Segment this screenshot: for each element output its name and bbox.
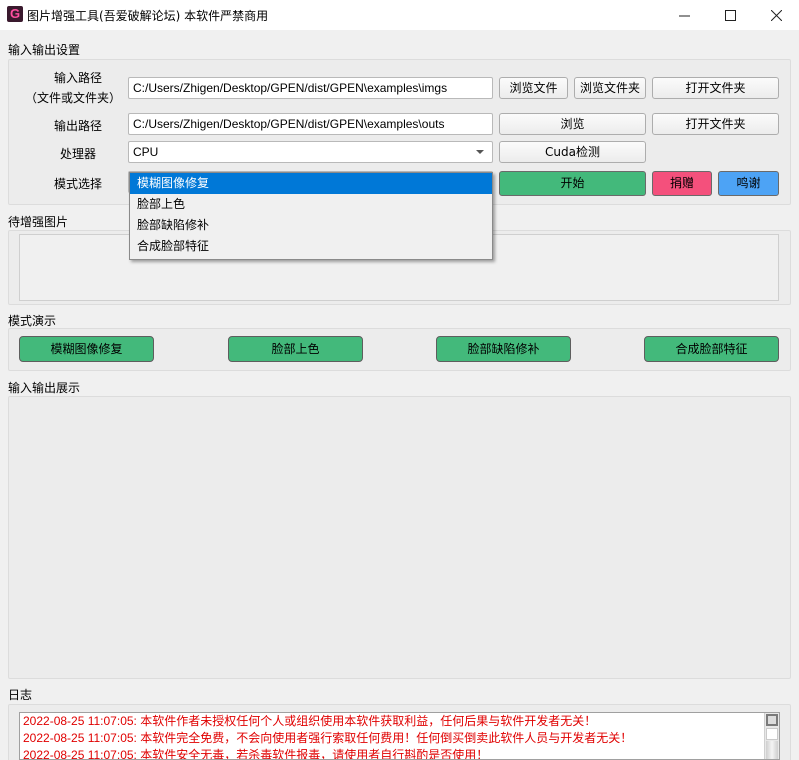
open-input-folder-button[interactable]: 打开文件夹 (652, 77, 779, 99)
io-settings-label: 输入输出设置 (8, 43, 81, 57)
mode-option-blur-restore[interactable]: 模糊图像修复 (130, 173, 492, 194)
browse-output-button[interactable]: 浏览 (499, 113, 646, 135)
mode-option-synthesize[interactable]: 合成脸部特征 (130, 236, 492, 257)
io-display-area (8, 396, 791, 679)
processor-select[interactable]: CPU (128, 141, 493, 163)
demo-synthesize-button[interactable]: 合成脸部特征 (644, 336, 779, 362)
cuda-check-button[interactable]: Cuda检测 (499, 141, 646, 163)
output-path-label: 输出路径 (53, 119, 102, 133)
demo-blur-restore-button[interactable]: 模糊图像修复 (19, 336, 154, 362)
scroll-thumb[interactable] (766, 728, 778, 740)
input-path-field[interactable]: C:/Users/Zhigen/Desktop/GPEN/dist/GPEN\e… (128, 77, 493, 99)
scroll-up-icon[interactable] (766, 714, 778, 726)
mode-dropdown-list: 模糊图像修复 脸部上色 脸部缺陷修补 合成脸部特征 (129, 172, 493, 260)
donate-button[interactable]: 捐赠 (652, 171, 712, 196)
app-logo-icon: G (7, 6, 23, 22)
minimize-button[interactable] (661, 0, 707, 30)
title-bar: G 图片增强工具(吾爱破解论坛) 本软件严禁商用 (0, 0, 799, 30)
open-output-folder-button[interactable]: 打开文件夹 (652, 113, 779, 135)
demo-inpaint-button[interactable]: 脸部缺陷修补 (436, 336, 571, 362)
mode-option-inpaint[interactable]: 脸部缺陷修补 (130, 215, 492, 236)
processor-selected-value: CPU (133, 145, 159, 159)
minimize-icon (678, 15, 690, 16)
input-path-label: 输入路径 (53, 71, 102, 85)
close-icon (770, 9, 782, 21)
start-button[interactable]: 开始 (499, 171, 646, 196)
window-title: 图片增强工具(吾爱破解论坛) 本软件严禁商用 (27, 9, 269, 23)
processor-label: 处理器 (59, 147, 96, 161)
log-textbox[interactable]: 2022-08-25 11:07:05: 本软件作者未授权任何个人或组织使用本软… (19, 712, 780, 760)
thanks-button[interactable]: 鸣谢 (718, 171, 779, 196)
input-path-sublabel: （文件或文件夹） (24, 91, 121, 105)
demo-colorize-button[interactable]: 脸部上色 (228, 336, 363, 362)
mode-demo-label: 模式演示 (8, 314, 57, 328)
maximize-button[interactable] (707, 0, 753, 30)
chevron-down-icon (476, 150, 484, 154)
scroll-track[interactable] (766, 741, 778, 759)
mode-option-colorize[interactable]: 脸部上色 (130, 194, 492, 215)
pending-images-label: 待增强图片 (8, 215, 69, 229)
io-display-label: 输入输出展示 (8, 381, 81, 395)
log-line: 2022-08-25 11:07:05: 本软件完全免费，不会向使用者强行索取任… (23, 731, 633, 745)
log-line: 2022-08-25 11:07:05: 本软件作者未授权任何个人或组织使用本软… (23, 714, 597, 728)
mode-label: 模式选择 (53, 177, 102, 191)
log-label: 日志 (8, 688, 33, 702)
browse-folder-button[interactable]: 浏览文件夹 (574, 77, 646, 99)
output-path-field[interactable]: C:/Users/Zhigen/Desktop/GPEN/dist/GPEN\e… (128, 113, 493, 135)
close-button[interactable] (753, 0, 799, 30)
log-line: 2022-08-25 11:07:05: 本软件安全无毒，若杀毒软件报毒，请使用… (23, 748, 489, 760)
browse-file-button[interactable]: 浏览文件 (499, 77, 568, 99)
log-scrollbar[interactable] (764, 713, 779, 759)
maximize-icon (724, 9, 736, 21)
